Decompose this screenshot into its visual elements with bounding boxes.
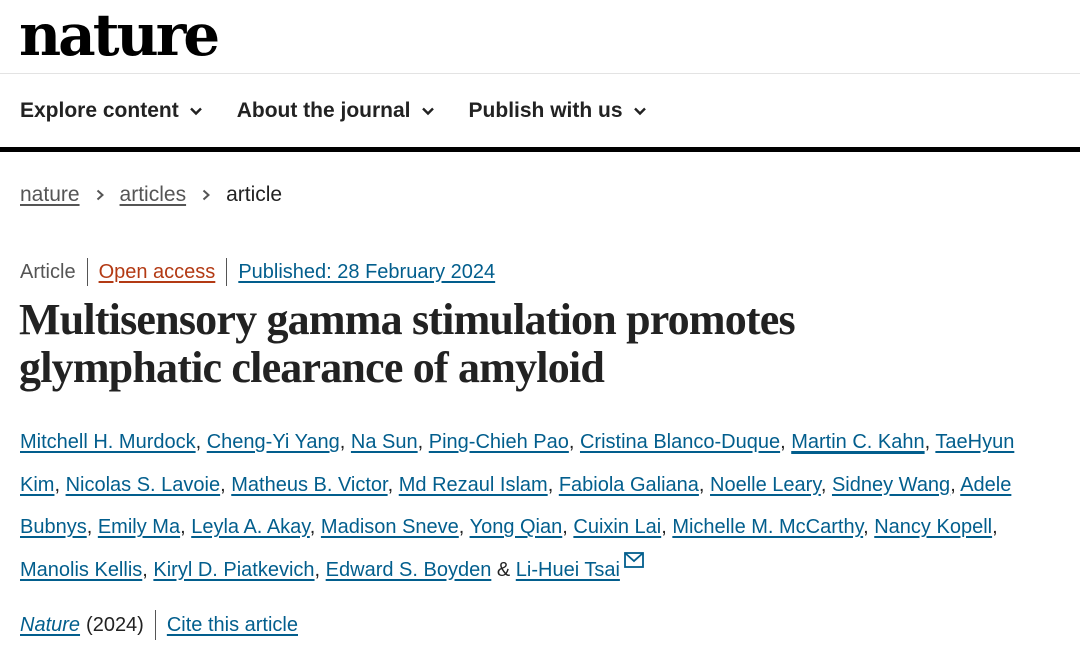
- author-link[interactable]: Fabiola Galiana: [559, 474, 699, 496]
- author-separator: ,: [309, 516, 321, 538]
- author-separator: ,: [142, 558, 154, 581]
- author-separator: ,: [950, 473, 961, 496]
- meta-divider: [226, 258, 228, 286]
- breadcrumb: nature articles article: [20, 183, 282, 207]
- nav-explore-content-label: Explore content: [20, 98, 179, 122]
- author-separator: ,: [387, 473, 399, 496]
- author-link[interactable]: Li-Huei Tsai: [516, 559, 620, 581]
- article-type: Article: [20, 260, 76, 283]
- author-link[interactable]: Md Rezaul Islam: [399, 474, 548, 496]
- author-link[interactable]: Martin C. Kahn: [791, 431, 924, 453]
- article-title-line-1: Multisensory gamma stimulation promotes: [19, 295, 796, 344]
- author-separator: ,: [417, 431, 429, 453]
- meta-divider: [86, 258, 88, 286]
- author-link[interactable]: Mitchell H. Murdock: [20, 431, 196, 453]
- citation-divider: [154, 610, 156, 640]
- author-link[interactable]: Cuixin Lai: [573, 516, 661, 538]
- breadcrumb-current: article: [226, 183, 283, 206]
- chevron-down-icon: [421, 107, 434, 115]
- nature-logo[interactable]: nature: [19, 0, 220, 72]
- open-access-link[interactable]: Open access: [99, 261, 216, 284]
- site-header: nature: [0, 0, 1080, 74]
- author-link[interactable]: Noelle Leary: [710, 474, 821, 496]
- author-link[interactable]: Matheus B. Victor: [231, 474, 387, 496]
- author-separator: ,: [339, 431, 351, 453]
- author-separator: ,: [698, 473, 711, 496]
- author-link[interactable]: Cristina Blanco-Duque: [580, 431, 780, 453]
- cite-this-article-link[interactable]: Cite this article: [167, 614, 298, 637]
- author-separator: ,: [568, 431, 580, 453]
- main-nav: Explore content About the journal Publis…: [0, 74, 1080, 152]
- mail-icon[interactable]: [624, 551, 644, 568]
- author-separator: ,: [924, 431, 936, 453]
- nav-explore-content[interactable]: Explore content: [20, 99, 203, 123]
- publication-year: (2024): [86, 613, 144, 636]
- author-link[interactable]: Michelle M. McCarthy: [672, 516, 863, 538]
- author-link[interactable]: Yong Qian: [470, 516, 563, 538]
- author-separator: ,: [220, 473, 232, 496]
- author-separator: ,: [820, 473, 832, 496]
- citation-line: Nature (2024) Cite this article: [20, 610, 298, 640]
- author-link[interactable]: Na Sun: [351, 431, 418, 453]
- author-link[interactable]: Leyla A. Akay: [191, 516, 310, 538]
- author-link[interactable]: Madison Sneve: [321, 516, 459, 538]
- nav-about-the-journal-label: About the journal: [236, 98, 411, 122]
- article-title: Multisensory gamma stimulation promotes …: [19, 296, 1019, 392]
- author-link[interactable]: Nancy Kopell: [874, 516, 992, 538]
- author-separator: ,: [562, 516, 574, 538]
- author-separator: ,: [54, 473, 66, 496]
- author-link[interactable]: Sidney Wang: [832, 474, 950, 496]
- article-title-line-2: glymphatic clearance of amyloid: [19, 343, 605, 392]
- author-link[interactable]: Ping-Chieh Pao: [429, 431, 569, 453]
- author-link[interactable]: Nicolas S. Lavoie: [66, 474, 221, 496]
- author-list: Mitchell H. Murdock, Cheng-Yi Yang, Na S…: [20, 421, 1030, 591]
- breadcrumb-articles[interactable]: articles: [120, 183, 187, 207]
- nav-about-the-journal[interactable]: About the journal: [237, 99, 435, 123]
- author-separator: &: [491, 558, 516, 581]
- author-separator: ,: [780, 431, 792, 453]
- breadcrumb-nature[interactable]: nature: [20, 183, 80, 207]
- author-link[interactable]: Edward S. Boyden: [326, 559, 492, 581]
- article-meta: Article Open access Published: 28 Februa…: [20, 258, 495, 286]
- author-link[interactable]: Kiryl D. Piatkevich: [153, 559, 314, 581]
- chevron-down-icon: [633, 107, 646, 115]
- nav-publish-with-us[interactable]: Publish with us: [469, 99, 647, 123]
- author-link[interactable]: Emily Ma: [98, 516, 180, 538]
- published-date-link[interactable]: Published: 28 February 2024: [238, 261, 495, 284]
- author-separator: ,: [661, 516, 673, 538]
- author-separator: ,: [863, 516, 875, 538]
- author-separator: ,: [458, 516, 470, 538]
- author-link[interactable]: Cheng-Yi Yang: [207, 431, 340, 453]
- author-link[interactable]: Manolis Kellis: [20, 559, 142, 581]
- author-separator: ,: [992, 516, 998, 538]
- author-separator: ,: [195, 431, 207, 453]
- author-separator: ,: [86, 516, 98, 538]
- author-separator: ,: [547, 473, 559, 496]
- chevron-right-icon: [202, 189, 211, 201]
- author-separator: ,: [314, 558, 326, 581]
- nav-publish-with-us-label: Publish with us: [468, 98, 623, 122]
- chevron-right-icon: [96, 189, 104, 201]
- journal-link[interactable]: Nature: [20, 614, 80, 637]
- author-separator: ,: [180, 516, 192, 538]
- chevron-down-icon: [189, 107, 202, 115]
